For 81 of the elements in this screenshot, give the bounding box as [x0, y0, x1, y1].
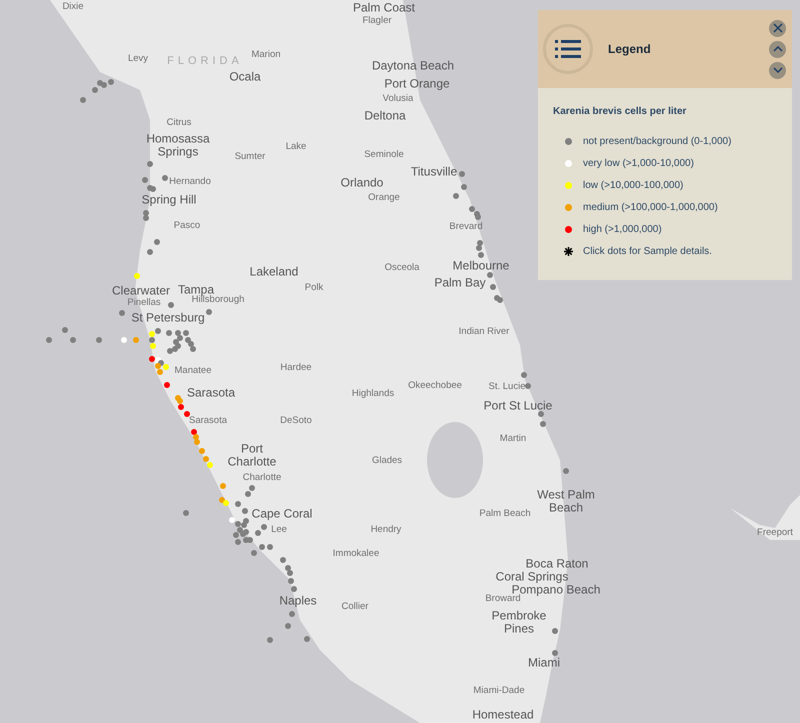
city-label: Sarasota [186, 386, 236, 400]
city-label: Tampa [178, 284, 214, 296]
county-label: Miami-Dade [473, 686, 525, 696]
city-label: St Petersburg [131, 312, 205, 324]
county-label: Hendry [370, 525, 402, 535]
county-label: Volusia [382, 94, 414, 104]
legend-label: Click dots for Sample details. [583, 246, 712, 256]
city-label: Port Orange [384, 78, 450, 90]
city-label: Boca Raton [526, 558, 588, 570]
expand-button[interactable] [769, 62, 786, 78]
county-label: Hernando [169, 177, 211, 187]
county-label: Lake [286, 142, 306, 152]
county-label: Palm Beach [479, 509, 531, 519]
city-label: Homosassa Springs [145, 132, 211, 158]
county-label: Immokalee [332, 549, 380, 559]
county-label: Orange [368, 193, 400, 203]
county-label: DeSoto [280, 416, 312, 426]
city-label: Coral Springs [496, 570, 568, 584]
city-label: Lakeland [250, 266, 298, 278]
legend-subtitle: Karenia brevis cells per liter [553, 106, 688, 117]
legend-label: low (>10,000-100,000) [583, 180, 684, 190]
legend-label: not present/background (0-1,000) [583, 136, 732, 146]
close-button[interactable] [769, 20, 786, 36]
county-label: Manatee [174, 366, 212, 376]
city-label: Palm Bay [434, 276, 486, 290]
city-label: Pompano Beach [512, 584, 600, 596]
legend-label: very low (>1,000-10,000) [583, 158, 694, 168]
city-label: Cape Coral [252, 508, 312, 520]
county-label: Dixie [62, 2, 84, 12]
city-label: Port St Lucie [484, 400, 552, 412]
county-label: Pasco [174, 221, 200, 231]
county-label: Pinellas [127, 298, 161, 308]
county-label: Glades [372, 456, 402, 466]
city-label: Homestead [472, 708, 534, 722]
county-label: Charlotte [242, 473, 282, 483]
county-label: Lee [271, 525, 287, 535]
county-label: Hardee [280, 363, 312, 373]
county-label: Martin [500, 434, 526, 444]
collapse-button[interactable] [769, 40, 786, 58]
city-label: Orlando [340, 176, 384, 190]
county-label: Brevard [449, 222, 483, 232]
chevron-up-icon [772, 46, 782, 52]
county-label: St. Lucie [488, 382, 526, 392]
county-label: Collier [342, 602, 368, 612]
state-label: FLORIDA [167, 56, 243, 68]
county-label: Osceola [384, 263, 420, 273]
sample-dot[interactable] [143, 215, 149, 221]
city-label: Palm Coast [352, 2, 416, 14]
county-label: Seminole [364, 150, 404, 160]
county-label: Freeport [757, 528, 793, 538]
county-label: Sarasota [188, 416, 228, 426]
city-label: Pembroke Pines [490, 609, 548, 635]
city-label: West Palm Beach [536, 488, 596, 514]
county-label: Polk [304, 283, 324, 293]
city-label: Port Charlotte [226, 442, 278, 468]
city-label: Titusville [410, 166, 458, 178]
legend-label: medium (>100,000-1,000,000) [583, 202, 718, 212]
city-label: Deltona [364, 110, 406, 122]
asterisk-icon [564, 246, 572, 256]
legend-label: high (>1,000,000) [583, 224, 662, 234]
city-label: Ocala [229, 70, 261, 84]
county-label: Okeechobee [408, 381, 462, 391]
legend-title: Legend [608, 42, 652, 56]
city-label: Naples [279, 594, 317, 608]
county-label: Flagler [362, 16, 392, 26]
list-icon [543, 24, 593, 74]
county-label: Levy [128, 54, 148, 64]
city-label: Spring Hill [142, 194, 196, 206]
county-label: Highlands [352, 389, 394, 399]
city-label: Daytona Beach [372, 60, 454, 72]
county-label: Hillsborough [192, 295, 244, 305]
city-label: Melbourne [452, 260, 510, 272]
city-label: Clearwater [112, 284, 170, 298]
chevron-down-icon [772, 67, 782, 73]
county-label: Indian River [458, 327, 510, 337]
county-label: Broward [485, 594, 521, 604]
county-label: Citrus [166, 118, 192, 128]
city-label: Miami [528, 656, 560, 670]
close-icon [772, 23, 782, 33]
county-label: Sumter [234, 152, 266, 162]
county-label: Marion [251, 50, 281, 60]
